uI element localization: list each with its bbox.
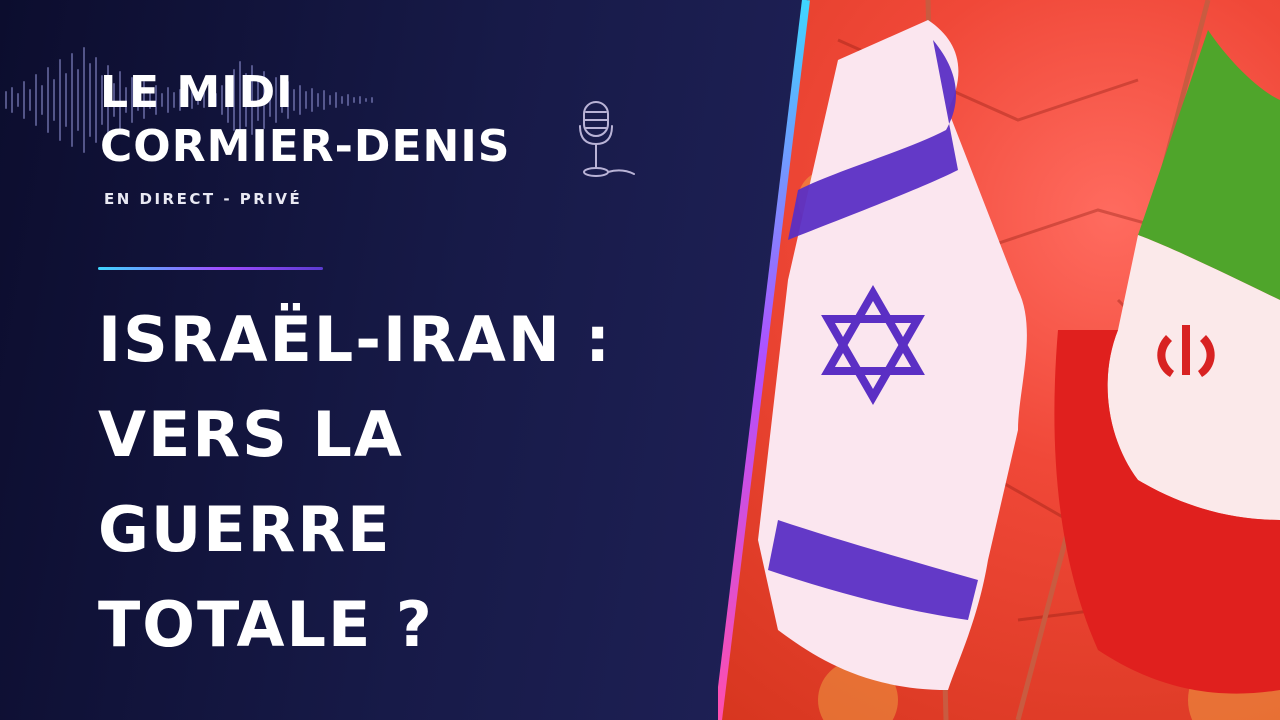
headline-line-2: VERS LA (98, 398, 404, 471)
show-subtitle: EN DIRECT - PRIVÉ (104, 190, 303, 208)
israel-flag (758, 0, 1027, 720)
divider-line (98, 267, 323, 270)
headline-line-4: TOTALE ? (98, 588, 434, 661)
show-title-line-1: LE MIDI (100, 67, 294, 118)
headline: ISRAËL-IRAN : VERS LA GUERRE TOTALE ? (98, 292, 758, 672)
headline-line-1: ISRAËL-IRAN : (98, 303, 613, 376)
show-title-line-2: CORMIER-DENIS (100, 121, 511, 172)
headline-line-3: GUERRE (98, 493, 392, 566)
show-title: LE MIDI CORMIER-DENIS (100, 66, 620, 174)
flags-photo (718, 0, 1280, 720)
microphone-icon (579, 101, 635, 177)
